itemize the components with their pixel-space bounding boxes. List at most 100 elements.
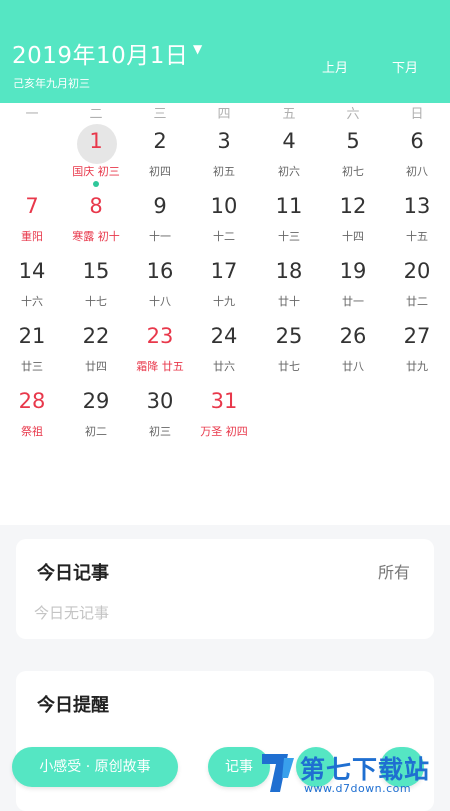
day-lunar-label: 万圣 初四 <box>200 425 248 438</box>
day-cell[interactable]: 18 廿十 <box>257 253 321 315</box>
day-number: 21 <box>18 324 46 348</box>
weekday-label: 六 <box>346 107 360 122</box>
day-lunar-label: 廿九 <box>406 360 428 373</box>
day-lunar-label: 廿六 <box>213 360 235 373</box>
day-lunar-label: 廿二 <box>406 295 428 308</box>
day-cell[interactable]: 4 初六 <box>257 123 321 185</box>
event-dot-icon <box>93 181 99 187</box>
watermark-brand: 第七下载站 <box>300 755 431 784</box>
day-cell[interactable]: 6 初八 <box>385 123 449 185</box>
story-button[interactable]: 小感受 · 原创故事 <box>12 747 178 787</box>
day-cell[interactable]: 14 十六 <box>0 253 64 315</box>
day-number: 28 <box>18 389 46 413</box>
day-lunar-label: 国庆 初三 <box>72 165 120 178</box>
day-number: 23 <box>146 324 174 348</box>
day-number: 14 <box>18 259 46 283</box>
all-notes-link[interactable]: 所有 <box>378 559 410 583</box>
day-number: 26 <box>339 324 367 348</box>
day-lunar-label: 廿八 <box>342 360 364 373</box>
day-lunar-label: 霜降 廿五 <box>136 360 184 373</box>
watermark-url: www.d7down.com <box>304 782 412 795</box>
weekday-label: 一 <box>25 107 39 122</box>
day-lunar-label: 十八 <box>149 295 171 308</box>
day-lunar-label: 十九 <box>213 295 235 308</box>
day-lunar-label: 十七 <box>85 295 107 308</box>
day-cell[interactable]: 2 初四 <box>128 123 192 185</box>
day-number: 29 <box>82 389 110 413</box>
day-cell[interactable]: 23 霜降 廿五 <box>128 318 192 380</box>
day-number: 2 <box>153 129 167 153</box>
day-cell[interactable]: 21 廿三 <box>0 318 64 380</box>
day-number: 6 <box>410 129 424 153</box>
day-number: 24 <box>210 324 238 348</box>
day-cell[interactable]: 25 廿七 <box>257 318 321 380</box>
reminders-card-title: 今日提醒 <box>37 695 109 716</box>
day-lunar-label: 十六 <box>21 295 43 308</box>
no-notes-text: 今日无记事 <box>34 604 110 622</box>
weekday-label: 四 <box>217 107 231 122</box>
prev-month-button[interactable]: 上月 <box>322 57 348 76</box>
month-title[interactable]: 2019年10月1日 <box>12 36 188 70</box>
next-month-button[interactable]: 下月 <box>392 57 418 76</box>
day-cell[interactable]: 15 十七 <box>64 253 128 315</box>
day-number: 9 <box>153 194 167 218</box>
day-cell[interactable]: 24 廿六 <box>192 318 256 380</box>
day-number: 18 <box>275 259 303 283</box>
day-lunar-label: 廿一 <box>342 295 364 308</box>
day-cell[interactable]: 30 初三 <box>128 383 192 445</box>
day-lunar-label: 十三 <box>278 230 300 243</box>
weekday-label: 二 <box>89 107 103 122</box>
day-cell[interactable]: 31 万圣 初四 <box>192 383 256 445</box>
day-cell[interactable]: 3 初五 <box>192 123 256 185</box>
day-lunar-label: 十二 <box>213 230 235 243</box>
day-number: 15 <box>82 259 110 283</box>
weekday-label: 五 <box>282 107 296 122</box>
day-number: 13 <box>403 194 431 218</box>
day-cell[interactable]: 17 十九 <box>192 253 256 315</box>
day-lunar-label: 初四 <box>149 165 171 178</box>
day-cell[interactable]: 20 廿二 <box>385 253 449 315</box>
day-lunar-label: 十一 <box>149 230 171 243</box>
day-number: 22 <box>82 324 110 348</box>
day-lunar-label: 十五 <box>406 230 428 243</box>
day-number: 4 <box>282 129 296 153</box>
day-cell[interactable]: 9 十一 <box>128 188 192 250</box>
day-number: 17 <box>210 259 238 283</box>
day-number: 3 <box>217 129 231 153</box>
day-number: 8 <box>89 194 103 218</box>
day-number: 16 <box>146 259 174 283</box>
day-lunar-label: 初五 <box>213 165 235 178</box>
day-number: 11 <box>275 194 303 218</box>
day-cell[interactable]: 10 十二 <box>192 188 256 250</box>
day-cell[interactable]: 13 十五 <box>385 188 449 250</box>
day-cell[interactable]: 16 十八 <box>128 253 192 315</box>
day-lunar-label: 寒露 初十 <box>72 230 120 243</box>
caret-down-icon[interactable]: ▼ <box>193 42 202 56</box>
day-cell[interactable]: 5 初七 <box>321 123 385 185</box>
day-lunar-label: 初二 <box>85 425 107 438</box>
day-lunar-label: 廿七 <box>278 360 300 373</box>
lunar-date-label: 己亥年九月初三 <box>13 77 90 90</box>
day-cell[interactable]: 11 十三 <box>257 188 321 250</box>
day-cell[interactable]: 12 十四 <box>321 188 385 250</box>
today-notes-card: 今日记事 所有 今日无记事 <box>16 539 434 639</box>
day-cell[interactable]: 19 廿一 <box>321 253 385 315</box>
day-lunar-label: 初八 <box>406 165 428 178</box>
day-number: 30 <box>146 389 174 413</box>
day-lunar-label: 廿十 <box>278 295 300 308</box>
day-cell[interactable]: 1 国庆 初三 <box>64 123 128 187</box>
day-number: 10 <box>210 194 238 218</box>
day-cell[interactable]: 8 寒露 初十 <box>64 188 128 250</box>
day-cell[interactable]: 27 廿九 <box>385 318 449 380</box>
day-number: 20 <box>403 259 431 283</box>
day-lunar-label: 重阳 <box>21 230 43 243</box>
day-cell[interactable]: 28 祭祖 <box>0 383 64 445</box>
day-lunar-label: 祭祖 <box>21 425 43 438</box>
day-cell[interactable]: 29 初二 <box>64 383 128 445</box>
day-cell[interactable]: 26 廿八 <box>321 318 385 380</box>
day-lunar-label: 十四 <box>342 230 364 243</box>
day-cell[interactable]: 22 廿四 <box>64 318 128 380</box>
day-lunar-label: 初七 <box>342 165 364 178</box>
day-number: 19 <box>339 259 367 283</box>
day-cell[interactable]: 7 重阳 <box>0 188 64 250</box>
